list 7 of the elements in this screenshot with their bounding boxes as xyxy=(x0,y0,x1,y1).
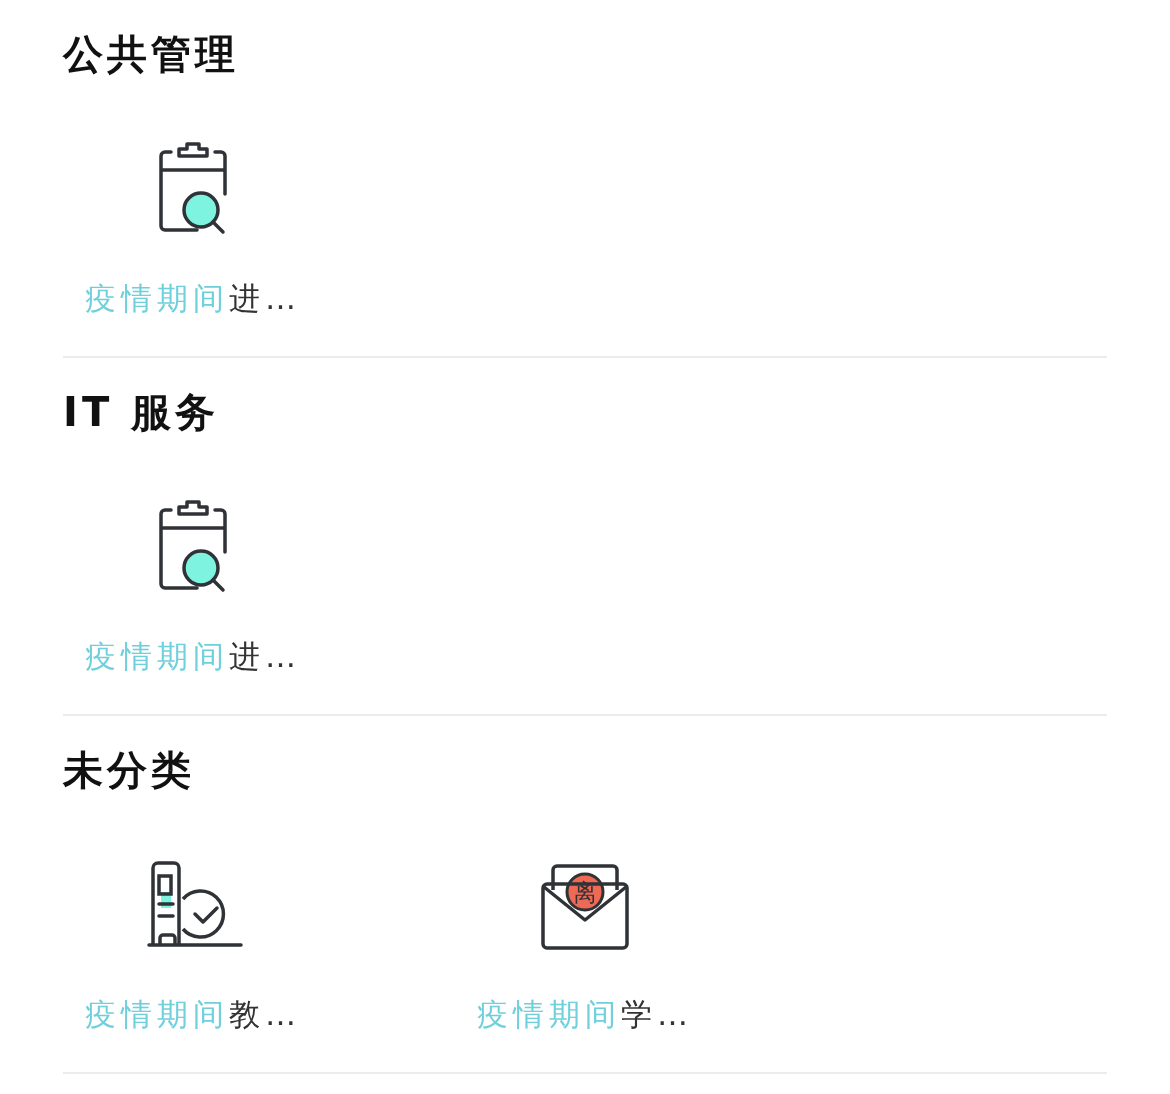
section-title: 未分类 xyxy=(63,746,196,795)
app-label[interactable]: 疫情期间 进… xyxy=(85,636,301,676)
section-title: IT 服务 xyxy=(63,388,221,437)
app-label[interactable]: 疫情期间 教… xyxy=(85,994,301,1034)
app-label[interactable]: 疫情期间 进… xyxy=(85,278,301,318)
app-label[interactable]: 疫情期间 学… xyxy=(477,994,693,1034)
section-title: 公共管理 xyxy=(63,30,240,79)
